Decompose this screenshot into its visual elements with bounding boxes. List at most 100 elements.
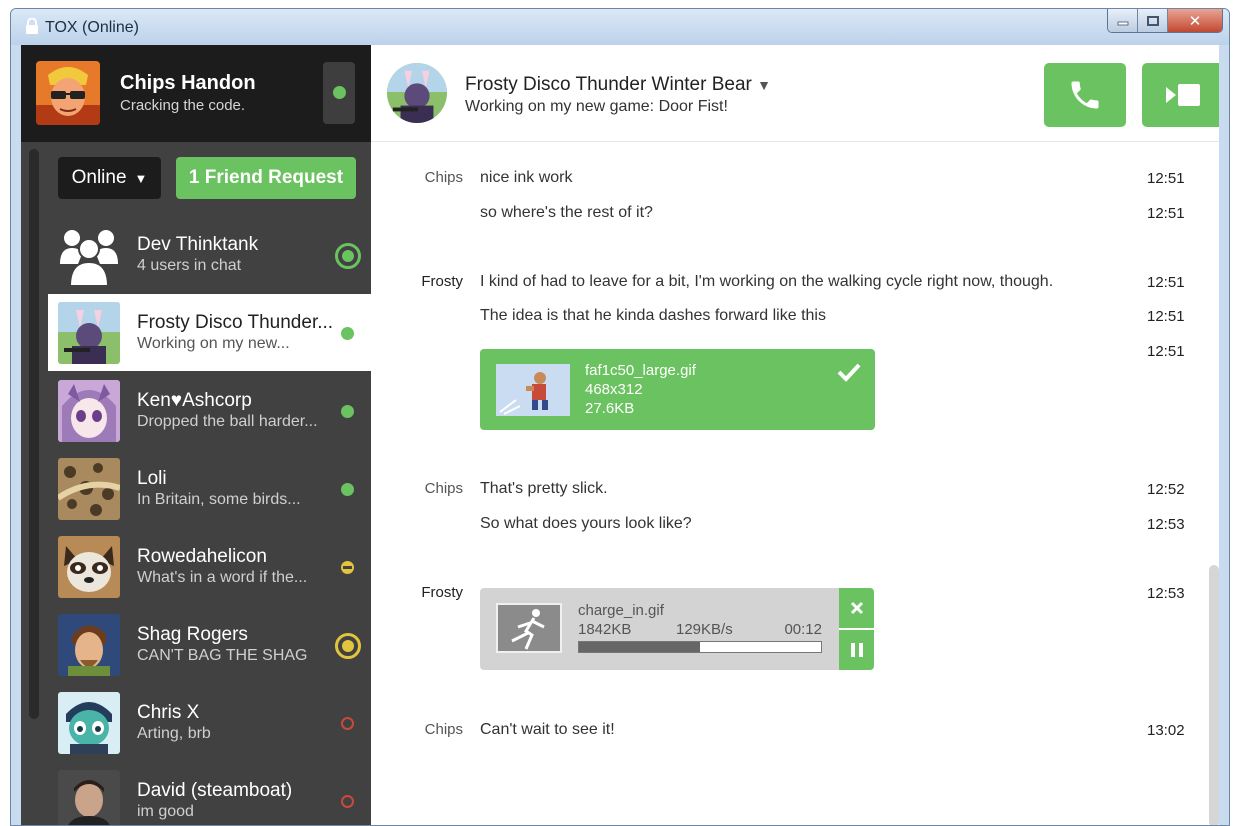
friend-avatar — [58, 536, 120, 598]
friend-status-message: 4 users in chat — [137, 257, 242, 274]
close-button[interactable]: ✕ — [1168, 9, 1222, 32]
file-thumbnail — [496, 603, 562, 653]
message-author: Chips — [424, 480, 463, 497]
friend-avatar — [58, 302, 120, 364]
lock-icon — [26, 18, 38, 34]
phone-icon — [1071, 81, 1099, 109]
friend-item-shag-rogers[interactable]: Shag Rogers CAN'T BAG THE SHAG — [48, 606, 371, 683]
close-icon: ✕ — [1188, 13, 1202, 30]
file-transfer-complete[interactable]: faf1c50_large.gif 468x312 27.6KB — [480, 349, 875, 430]
online-status-icon — [341, 327, 354, 340]
friend-request-button[interactable]: 1 Friend Request — [176, 157, 356, 199]
window-controls: ✕ — [1107, 9, 1223, 33]
friend-name: David (steamboat) — [137, 780, 293, 801]
file-transfer-in-progress: charge_in.gif 1842KB 129KB/s 00:12 — [480, 588, 875, 670]
close-icon — [850, 601, 863, 615]
friend-name: Frosty Disco Thunder... — [137, 312, 334, 333]
video-call-button[interactable] — [1142, 63, 1219, 127]
friend-status-message: im good — [137, 803, 194, 820]
friend-status-message: Working on my new... — [137, 335, 290, 352]
friend-avatar — [58, 770, 120, 825]
message-author: Frosty — [421, 273, 463, 290]
online-status-icon — [333, 86, 346, 99]
self-avatar-image — [36, 61, 100, 125]
self-name[interactable]: Chips Handon — [120, 72, 256, 95]
maximize-button[interactable] — [1138, 9, 1168, 32]
client-area: Chips Handon Cracking the code. Online ▼… — [21, 45, 1219, 825]
friend-status-message: What's in a word if the... — [137, 569, 308, 586]
friend-avatar — [58, 692, 120, 754]
message-text: Can't wait to see it! — [480, 721, 615, 738]
chevron-down-icon[interactable]: ▼ — [757, 77, 771, 93]
status-filter-dropdown[interactable]: Online ▼ — [58, 157, 161, 199]
message-time: 12:51 — [1147, 170, 1185, 187]
file-size: 27.6KB — [585, 400, 635, 417]
message-author: Chips — [424, 169, 463, 186]
message-time: 12:51 — [1147, 343, 1185, 360]
contact-avatar[interactable] — [387, 63, 447, 123]
transfer-speed: 129KB/s — [676, 621, 733, 638]
title-bar[interactable]: TOX (Online) ✕ — [11, 9, 1229, 45]
self-status-message[interactable]: Cracking the code. — [120, 97, 245, 114]
friend-item-loli[interactable]: Loli In Britain, some birds... — [48, 450, 371, 527]
message-time: 12:51 — [1147, 274, 1185, 291]
sidebar: Chips Handon Cracking the code. Online ▼… — [21, 45, 371, 825]
audio-call-button[interactable] — [1044, 63, 1126, 127]
self-profile: Chips Handon Cracking the code. — [21, 45, 371, 142]
offline-status-icon — [341, 717, 354, 730]
file-name: faf1c50_large.gif — [585, 362, 696, 379]
maximize-icon — [1146, 16, 1159, 26]
friend-name: Rowedahelicon — [137, 546, 267, 567]
file-thumbnail[interactable] — [496, 364, 570, 416]
contact-status-message: Working on my new game: Door Fist! — [465, 98, 728, 115]
pause-icon — [850, 643, 863, 657]
cancel-transfer-button[interactable] — [839, 588, 874, 628]
friend-status-message: CAN'T BAG THE SHAG — [137, 647, 308, 664]
message-time: 12:51 — [1147, 205, 1185, 222]
self-avatar[interactable] — [36, 61, 100, 125]
offline-status-icon — [341, 795, 354, 808]
friend-status-message: Dropped the ball harder... — [137, 413, 318, 430]
chat-header: Frosty Disco Thunder Winter Bear ▼ Worki… — [371, 45, 1219, 142]
friend-item-frosty[interactable]: Frosty Disco Thunder... Working on my ne… — [48, 294, 371, 371]
minimize-icon — [1117, 21, 1128, 26]
message-area: Chips nice ink work 12:51 so where's the… — [371, 142, 1219, 825]
friend-item-dev-thinktank[interactable]: Dev Thinktank 4 users in chat — [48, 216, 371, 293]
checkmark-icon — [837, 363, 861, 382]
message-text: so where's the rest of it? — [480, 204, 653, 221]
self-status-button[interactable] — [323, 62, 355, 124]
pause-transfer-button[interactable] — [839, 630, 874, 670]
status-filter-label: Online — [71, 167, 127, 188]
message-author: Chips — [424, 721, 463, 738]
file-dimensions: 468x312 — [585, 381, 643, 398]
message-text: So what does yours look like? — [480, 515, 692, 532]
friend-name: Dev Thinktank — [137, 234, 259, 255]
friend-item-rowedahelicon[interactable]: Rowedahelicon What's in a word if the... — [48, 528, 371, 605]
friend-item-kenashcorp[interactable]: Ken♥Ashcorp Dropped the ball harder... — [48, 372, 371, 449]
friend-name: Ken♥Ashcorp — [137, 390, 252, 411]
app-window: TOX (Online) ✕ Chips Handon Cracking the… — [10, 8, 1230, 826]
friend-item-david-steamboat[interactable]: David (steamboat) im good — [48, 762, 371, 825]
contact-name[interactable]: Frosty Disco Thunder Winter Bear ▼ — [465, 74, 771, 96]
chat-scrollbar[interactable] — [1209, 565, 1219, 825]
dropdown-arrow-icon: ▼ — [134, 170, 148, 186]
file-name: charge_in.gif — [578, 602, 664, 619]
friend-list-scrollbar[interactable] — [29, 149, 39, 719]
friend-status-message: Arting, brb — [137, 725, 211, 742]
friend-item-chris-x[interactable]: Chris X Arting, brb — [48, 684, 371, 761]
friend-name: Shag Rogers — [137, 624, 248, 645]
friend-name: Loli — [137, 468, 167, 489]
friend-avatar — [58, 614, 120, 676]
message-time: 12:53 — [1147, 585, 1185, 602]
file-transfer-body[interactable]: charge_in.gif 1842KB 129KB/s 00:12 — [480, 588, 839, 670]
message-text: That's pretty slick. — [480, 480, 608, 497]
online-status-icon — [341, 483, 354, 496]
online-status-icon — [341, 405, 354, 418]
away-notification-icon — [335, 633, 361, 659]
friend-avatar — [58, 458, 120, 520]
minimize-button[interactable] — [1108, 9, 1138, 32]
message-time: 12:53 — [1147, 516, 1185, 533]
file-size: 1842KB — [578, 621, 632, 638]
friend-name: Chris X — [137, 702, 200, 723]
group-icon — [58, 224, 120, 286]
